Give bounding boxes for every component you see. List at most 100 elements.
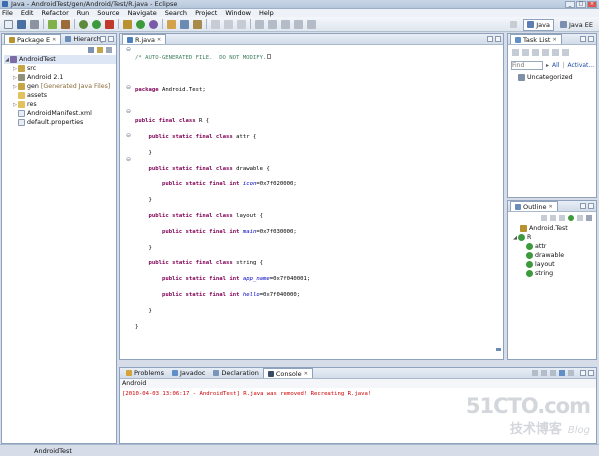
- tree-item-assets[interactable]: assets: [4, 91, 116, 100]
- tab-console[interactable]: Console ✕: [262, 368, 313, 378]
- maximize-view-button[interactable]: [108, 36, 114, 42]
- view-menu-icon[interactable]: [106, 47, 112, 53]
- print-icon[interactable]: [30, 19, 39, 29]
- outline-item-layout[interactable]: layout: [512, 260, 596, 269]
- menu-refactor[interactable]: Refactor: [41, 9, 68, 17]
- tree-item-default-properties[interactable]: default.properties: [4, 118, 116, 127]
- perspective-java-ee[interactable]: Java EE: [556, 19, 597, 31]
- tab-r-java[interactable]: R.java ✕: [122, 34, 167, 44]
- task-activate-link[interactable]: Activat...: [568, 62, 595, 69]
- arrow-right-icon[interactable]: ▸: [546, 62, 549, 69]
- new-icon[interactable]: [4, 19, 13, 29]
- maximize-view-button[interactable]: [588, 36, 594, 42]
- minimize-view-button[interactable]: [580, 370, 586, 376]
- menu-edit[interactable]: Edit: [21, 9, 34, 17]
- focus-icon[interactable]: [552, 48, 559, 56]
- pin-console-icon[interactable]: [550, 370, 556, 376]
- collapse-all-icon[interactable]: [88, 47, 94, 53]
- minimize-view-button[interactable]: [580, 203, 586, 209]
- next-annotation-icon[interactable]: [255, 19, 264, 29]
- tree-item-src[interactable]: ▷ src: [4, 64, 116, 73]
- save-icon[interactable]: [17, 19, 26, 29]
- run-icon[interactable]: [92, 19, 101, 29]
- outline-item-attr[interactable]: attr: [512, 242, 596, 251]
- close-icon[interactable]: ✕: [157, 37, 161, 43]
- close-icon[interactable]: ✕: [52, 37, 56, 43]
- last-edit-icon[interactable]: [281, 19, 290, 29]
- outline-item-string[interactable]: string: [512, 269, 596, 278]
- tab-declaration[interactable]: Declaration: [209, 368, 262, 378]
- open-type-icon[interactable]: [167, 19, 176, 29]
- tree-item-androidtest[interactable]: ◢ AndroidTest: [4, 55, 116, 64]
- tree-item-androidmanifest[interactable]: AndroidManifest.xml: [4, 109, 116, 118]
- sort-icon[interactable]: [541, 215, 547, 221]
- outline-item-r[interactable]: ◢ R: [512, 233, 596, 242]
- tab-outline[interactable]: Outline ✕: [510, 201, 558, 211]
- filter-icon[interactable]: [522, 48, 529, 56]
- new-interface-icon[interactable]: [149, 19, 158, 29]
- view-menu-icon[interactable]: [586, 215, 592, 221]
- link-with-editor-icon[interactable]: [97, 47, 103, 53]
- tab-javadoc[interactable]: Javadoc: [168, 368, 209, 378]
- minimize-button[interactable]: _: [565, 0, 575, 8]
- perspective-java[interactable]: Java: [523, 18, 554, 31]
- close-button[interactable]: ×: [587, 0, 597, 8]
- fold-marker-icon[interactable]: ⊖: [126, 132, 131, 139]
- minimize-view-button[interactable]: [580, 36, 586, 42]
- menu-window[interactable]: Window: [225, 9, 251, 17]
- close-icon[interactable]: ✕: [552, 37, 556, 43]
- overview-marker[interactable]: [496, 348, 501, 351]
- menu-search[interactable]: Search: [165, 9, 187, 17]
- menu-project[interactable]: Project: [195, 9, 217, 17]
- fold-marker-icon[interactable]: ⊖: [126, 46, 131, 53]
- previous-annotation-icon[interactable]: [268, 19, 277, 29]
- hide-local-types-icon[interactable]: [577, 215, 583, 221]
- maximize-view-button[interactable]: [588, 203, 594, 209]
- categorize-icon[interactable]: [532, 48, 539, 56]
- fold-marker-icon[interactable]: ⊖: [126, 108, 131, 115]
- back-icon[interactable]: [294, 19, 303, 29]
- forward-icon[interactable]: [307, 19, 316, 29]
- menu-navigate[interactable]: Navigate: [128, 9, 157, 17]
- new-task-icon[interactable]: [512, 48, 519, 56]
- task-category-row[interactable]: Uncategorized: [508, 73, 596, 82]
- task-find-input[interactable]: [511, 60, 543, 70]
- hide-static-icon[interactable]: [559, 215, 565, 221]
- minimize-view-button[interactable]: [487, 36, 493, 42]
- console-output[interactable]: [2010-04-03 13:06:17 - AndroidTest] R.ja…: [120, 388, 596, 443]
- scroll-lock-icon[interactable]: [541, 370, 547, 376]
- minimize-view-button[interactable]: [100, 36, 106, 42]
- task-all-link[interactable]: All: [552, 62, 559, 69]
- tree-item-gen[interactable]: ▷ gen [Generated Java Files]: [4, 82, 116, 91]
- mark-occurrences-icon[interactable]: [224, 19, 233, 29]
- hide-nonpublic-icon[interactable]: [568, 215, 574, 221]
- search-icon[interactable]: [193, 19, 202, 29]
- menu-file[interactable]: File: [2, 9, 13, 17]
- new-class-icon[interactable]: [136, 19, 145, 29]
- open-perspective-button[interactable]: [506, 19, 521, 30]
- tab-task-list[interactable]: Task List ✕: [510, 34, 562, 44]
- maximize-view-button[interactable]: [588, 370, 594, 376]
- maximize-view-button[interactable]: [495, 36, 501, 42]
- android-sdk-icon[interactable]: [61, 19, 70, 29]
- tree-item-res[interactable]: ▷ res: [4, 100, 116, 109]
- outline-item-drawable[interactable]: drawable: [512, 251, 596, 260]
- fold-marker-icon[interactable]: ⊖: [126, 84, 131, 91]
- collapse-all-icon[interactable]: [562, 48, 569, 56]
- external-tools-icon[interactable]: [105, 19, 114, 29]
- maximize-button[interactable]: □: [576, 0, 586, 8]
- menu-source[interactable]: Source: [97, 9, 119, 17]
- display-console-icon[interactable]: [559, 370, 565, 376]
- delete-icon[interactable]: [542, 48, 549, 56]
- close-icon[interactable]: ✕: [549, 204, 553, 210]
- menu-run[interactable]: Run: [77, 9, 89, 17]
- close-icon[interactable]: ✕: [304, 371, 308, 377]
- tab-package-explorer[interactable]: Package E ✕: [4, 34, 62, 44]
- new-android-project-icon[interactable]: [48, 19, 57, 29]
- open-console-icon[interactable]: [568, 370, 574, 376]
- debug-icon[interactable]: [79, 19, 88, 29]
- block-selection-icon[interactable]: [237, 19, 246, 29]
- tab-problems[interactable]: Problems: [122, 368, 168, 378]
- tree-item-android-library[interactable]: ▷ Android 2.1: [4, 73, 116, 82]
- fold-marker-icon[interactable]: ⊖: [126, 156, 131, 163]
